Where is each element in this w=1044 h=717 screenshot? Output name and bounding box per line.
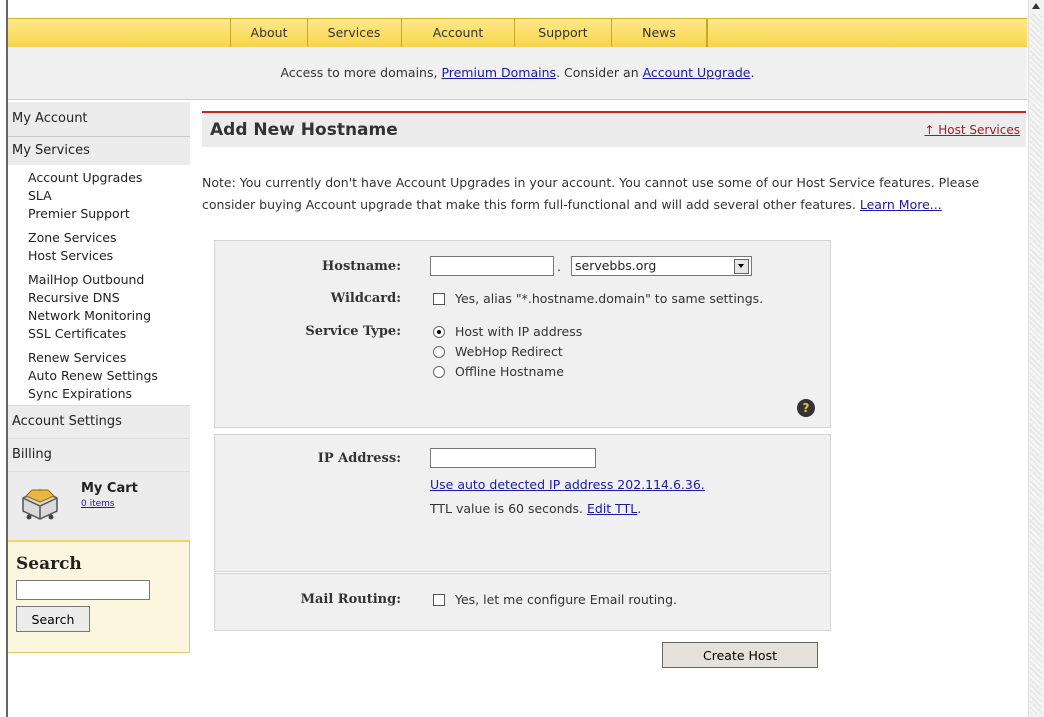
service-option-host-ip: Host with IP address — [455, 324, 583, 339]
my-cart: My Cart 0 items — [8, 471, 190, 540]
banner-text-suffix: . — [750, 65, 755, 80]
mail-routing-text: Yes, let me configure Email routing. — [455, 592, 677, 607]
shopping-cart-icon[interactable] — [20, 484, 60, 522]
sidebar: My Account My Services Account Upgrades … — [8, 102, 190, 653]
sidebar-item-account-upgrades[interactable]: Account Upgrades — [28, 169, 190, 187]
top-nav: About Services Account Support News — [8, 18, 1027, 48]
service-radio-offline[interactable] — [433, 366, 445, 378]
account-upgrade-link[interactable]: Account Upgrade — [643, 65, 751, 80]
sidebar-billing[interactable]: Billing — [8, 438, 190, 471]
scroll-up-arrow-icon[interactable] — [1032, 3, 1040, 9]
domain-selected-value: servebbs.org — [575, 258, 657, 273]
wildcard-text: Yes, alias "*.hostname.domain" to same s… — [455, 291, 764, 306]
nav-news[interactable]: News — [612, 19, 707, 47]
nav-about[interactable]: About — [230, 19, 308, 47]
create-host-button[interactable]: Create Host — [662, 642, 818, 668]
premium-domains-link[interactable]: Premium Domains — [441, 65, 556, 80]
hostname-input[interactable] — [430, 256, 554, 276]
mail-routing-checkbox[interactable] — [433, 594, 445, 606]
sidebar-item-host-services[interactable]: Host Services — [28, 247, 190, 265]
sidebar-item-sla[interactable]: SLA — [28, 187, 190, 205]
nav-services[interactable]: Services — [307, 19, 402, 47]
sidebar-item-recursive-dns[interactable]: Recursive DNS — [28, 289, 190, 307]
ttl-info: TTL value is 60 seconds. Edit TTL. — [430, 501, 641, 516]
sidebar-item-zone-services[interactable]: Zone Services — [28, 229, 190, 247]
sidebar-service-links: Account Upgrades SLA Premier Support Zon… — [8, 165, 190, 405]
ttl-text-suffix: . — [637, 501, 642, 516]
ip-address-panel: IP Address: Use auto detected IP address… — [214, 434, 831, 572]
auto-detect-ip-link[interactable]: Use auto detected IP address 202.114.6.3… — [430, 477, 705, 492]
service-type-label: Service Type: — [305, 324, 401, 339]
cart-items-link[interactable]: 0 items — [81, 499, 115, 509]
promo-banner: Access to more domains, Premium Domains.… — [8, 47, 1027, 100]
chevron-down-icon[interactable] — [734, 259, 749, 274]
service-option-webhop: WebHop Redirect — [455, 344, 563, 359]
search-button[interactable]: Search — [16, 606, 90, 632]
wildcard-label: Wildcard: — [330, 291, 401, 306]
ip-address-label: IP Address: — [317, 451, 401, 466]
sidebar-item-network-monitoring[interactable]: Network Monitoring — [28, 307, 190, 325]
edit-ttl-link[interactable]: Edit TTL — [587, 501, 637, 516]
ip-address-input[interactable] — [430, 448, 596, 468]
sidebar-my-services[interactable]: My Services — [8, 137, 190, 165]
search-box: Search Search — [8, 540, 190, 653]
service-radio-webhop[interactable] — [433, 346, 445, 358]
ttl-text: TTL value is 60 seconds. — [430, 501, 587, 516]
nav-support[interactable]: Support — [515, 19, 612, 47]
banner-text-middle: . Consider an — [556, 65, 643, 80]
service-radio-host-ip[interactable] — [433, 326, 445, 338]
sidebar-item-auto-renew-settings[interactable]: Auto Renew Settings — [28, 367, 190, 385]
scrollbar-track[interactable] — [1030, 14, 1042, 714]
upgrade-note: Note: You currently don't have Account U… — [202, 172, 992, 216]
sidebar-my-account[interactable]: My Account — [8, 102, 190, 137]
cart-title: My Cart — [81, 481, 138, 496]
hostname-dot: . — [557, 259, 561, 274]
sidebar-item-mailhop-outbound[interactable]: MailHop Outbound — [28, 271, 190, 289]
nav-divider — [707, 19, 708, 47]
wildcard-checkbox[interactable] — [433, 293, 445, 305]
page-title: Add New Hostname — [210, 120, 398, 140]
sidebar-item-premier-support[interactable]: Premier Support — [28, 205, 190, 223]
page-left-border — [0, 0, 8, 717]
domain-select[interactable]: servebbs.org — [571, 256, 752, 276]
help-question-icon[interactable]: ? — [797, 399, 815, 417]
service-option-offline: Offline Hostname — [455, 364, 564, 379]
mail-routing-panel: Mail Routing: Yes, let me configure Emai… — [214, 573, 831, 631]
hostname-panel: Hostname: . servebbs.org Wildcard: Yes, … — [214, 240, 831, 428]
nav-account[interactable]: Account — [402, 19, 515, 47]
sidebar-item-renew-services[interactable]: Renew Services — [28, 349, 190, 367]
search-input[interactable] — [16, 580, 150, 600]
search-title: Search — [16, 554, 82, 574]
banner-text-prefix: Access to more domains, — [280, 65, 442, 80]
learn-more-link[interactable]: Learn More... — [860, 197, 942, 212]
mail-routing-label: Mail Routing: — [300, 592, 401, 607]
sidebar-item-ssl-certificates[interactable]: SSL Certificates — [28, 325, 190, 343]
sidebar-account-settings[interactable]: Account Settings — [8, 405, 190, 438]
host-services-link[interactable]: ↑ Host Services — [924, 123, 1020, 137]
page-title-bar: Add New Hostname ↑ Host Services — [202, 111, 1026, 147]
sidebar-item-sync-expirations[interactable]: Sync Expirations — [28, 385, 190, 403]
hostname-label: Hostname: — [322, 259, 401, 274]
